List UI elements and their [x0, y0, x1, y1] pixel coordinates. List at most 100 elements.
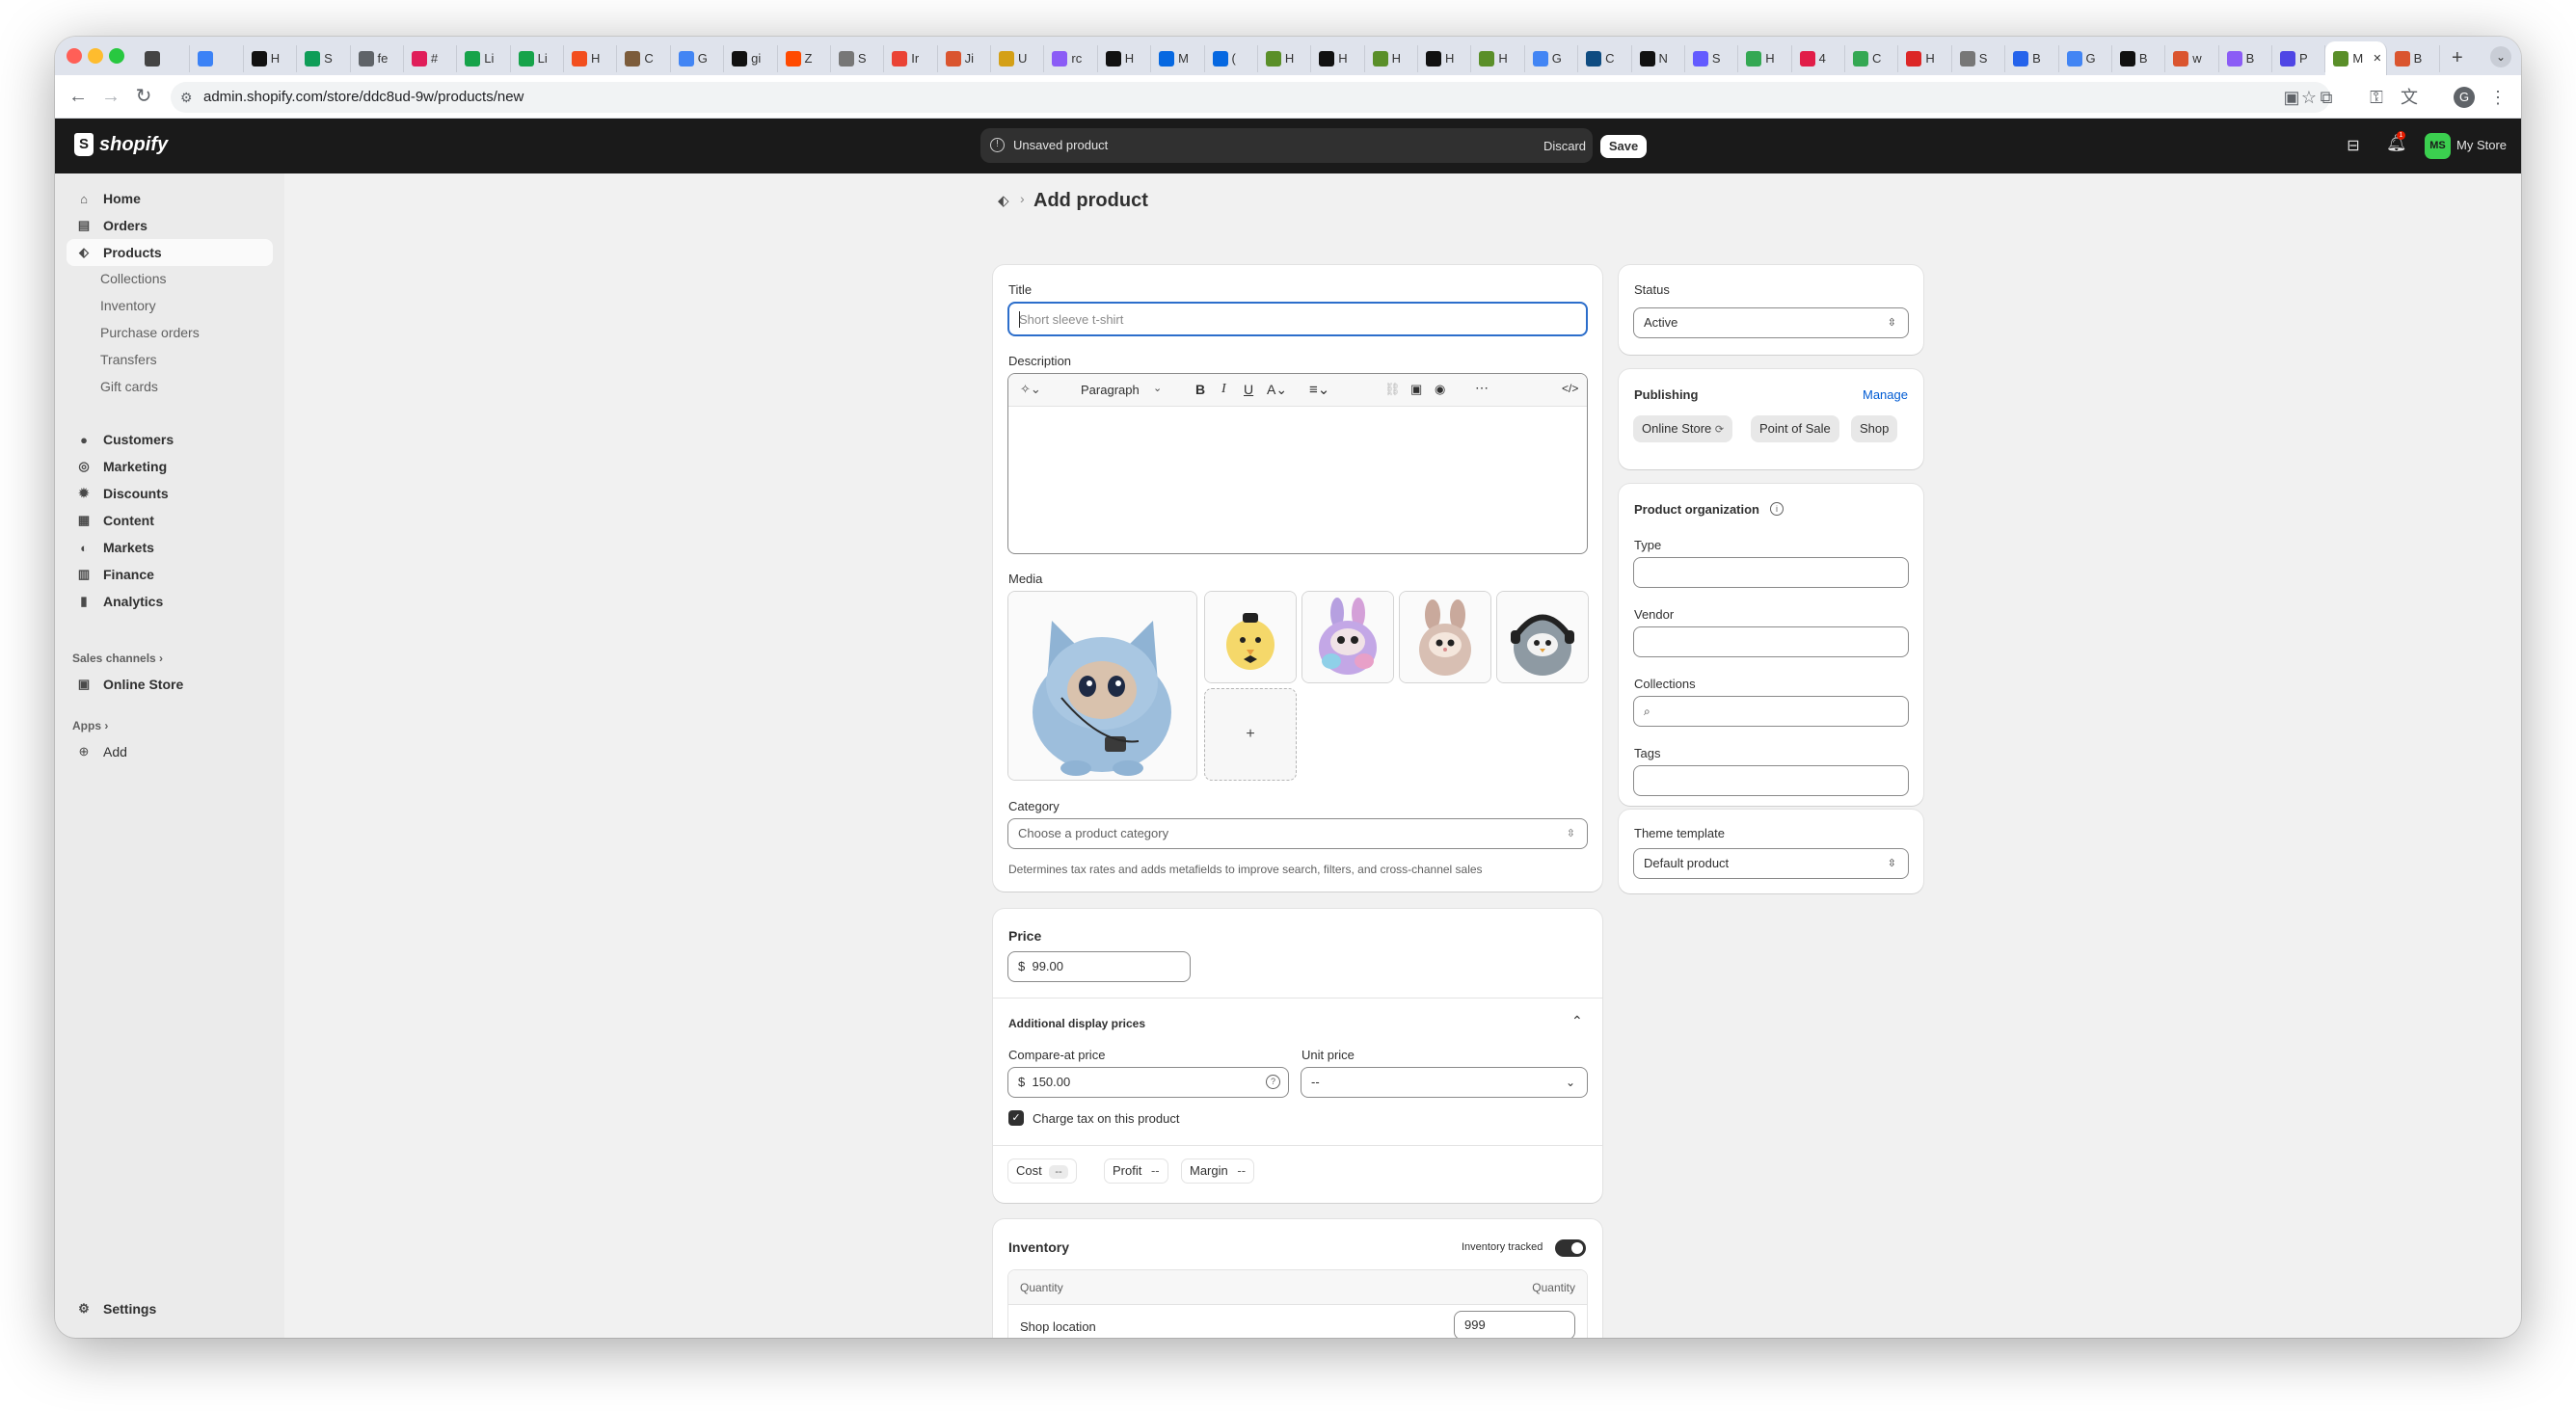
- sidebar-item-online-store[interactable]: ▣ Online Store: [67, 671, 273, 698]
- inventory-tracked-toggle[interactable]: [1555, 1239, 1586, 1257]
- forward-icon[interactable]: →: [99, 86, 122, 107]
- description-editor[interactable]: ✧⌄ Paragraph ⌄ B I U A⌄ ≡⌄ ⛓ ▣ ◉ ⋯ </>: [1007, 373, 1588, 554]
- browser-tab[interactable]: C: [617, 44, 671, 72]
- more-icon[interactable]: ⋯: [1475, 380, 1489, 396]
- tab-search-icon[interactable]: ⌄: [2490, 46, 2511, 67]
- magic-icon[interactable]: ✧⌄: [1020, 382, 1041, 397]
- new-tab-icon[interactable]: +: [2452, 47, 2463, 69]
- sidebar-item-customers[interactable]: ● Customers: [67, 426, 273, 453]
- password-key-icon[interactable]: ⚿: [2365, 86, 2388, 109]
- browser-tab[interactable]: [190, 44, 244, 72]
- browser-tab[interactable]: H: [1098, 44, 1152, 72]
- price-input[interactable]: $ 99.00: [1007, 951, 1191, 982]
- shopify-logo[interactable]: Sshopify: [74, 133, 168, 156]
- sidebar-item-add-app[interactable]: ⊕ Add: [67, 738, 273, 765]
- close-window-button[interactable]: [67, 48, 82, 64]
- italic-icon[interactable]: I: [1221, 382, 1226, 397]
- add-media-button[interactable]: +: [1204, 688, 1297, 781]
- browser-tab[interactable]: H: [1311, 44, 1365, 72]
- media-item-3[interactable]: [1301, 591, 1394, 683]
- profile-avatar[interactable]: G: [2454, 87, 2475, 108]
- channel-point-of-sale[interactable]: Point of Sale: [1751, 415, 1839, 442]
- channel-online-store[interactable]: Online Store ⟳: [1633, 415, 1733, 442]
- reload-icon[interactable]: ↻: [132, 86, 155, 107]
- extension-icon[interactable]: ▣: [2280, 86, 2303, 109]
- sidebar-item-finance[interactable]: ▥ Finance: [67, 561, 273, 588]
- sidebar-item-markets[interactable]: ◐ Markets: [67, 534, 273, 561]
- browser-tab[interactable]: H: [1258, 44, 1312, 72]
- minimize-window-button[interactable]: [88, 48, 103, 64]
- browser-tab[interactable]: 4: [1792, 44, 1845, 72]
- browser-tab[interactable]: Ir: [884, 44, 938, 72]
- sidebar-item-settings[interactable]: ⚙ Settings: [67, 1295, 273, 1322]
- sales-channels-heading[interactable]: Sales channels ›: [72, 652, 163, 665]
- browser-tab[interactable]: S: [1952, 44, 2006, 72]
- sidebar-subitem-transfers[interactable]: Transfers: [100, 349, 157, 370]
- sidebar-item-home[interactable]: ⌂ Home: [67, 185, 273, 212]
- browser-tab[interactable]: rc: [1044, 44, 1098, 72]
- store-avatar[interactable]: MS: [2425, 133, 2451, 159]
- code-icon[interactable]: </>: [1562, 382, 1578, 395]
- browser-tab[interactable]: #: [404, 44, 458, 72]
- browser-tab[interactable]: M ✕: [2325, 41, 2387, 75]
- category-select[interactable]: Choose a product category ⇳: [1007, 818, 1588, 849]
- browser-tab[interactable]: S: [297, 44, 351, 72]
- sidebar-item-content[interactable]: ▦ Content: [67, 507, 273, 534]
- vendor-input[interactable]: [1633, 626, 1909, 657]
- site-info-icon[interactable]: ⚙: [180, 82, 193, 113]
- browser-tab[interactable]: gi: [724, 44, 778, 72]
- browser-tab[interactable]: H: [1418, 44, 1472, 72]
- browser-tab[interactable]: B: [2005, 44, 2059, 72]
- browser-tab[interactable]: w: [2165, 44, 2219, 72]
- browser-tab[interactable]: Ji: [938, 44, 991, 72]
- video-icon[interactable]: ◉: [1435, 382, 1445, 397]
- paragraph-select[interactable]: Paragraph: [1081, 383, 1140, 397]
- info-icon[interactable]: i: [1770, 502, 1784, 516]
- link-icon[interactable]: ⛓: [1384, 382, 1401, 397]
- image-icon[interactable]: ▣: [1410, 382, 1422, 397]
- tag-icon[interactable]: ⬖: [998, 192, 1009, 209]
- media-item-main[interactable]: [1007, 591, 1197, 781]
- browser-tab[interactable]: fe: [351, 44, 404, 72]
- store-name[interactable]: My Store: [2456, 138, 2507, 152]
- address-bar[interactable]: ⚙ admin.shopify.com/store/ddc8ud-9w/prod…: [171, 82, 2330, 113]
- additional-prices-label[interactable]: Additional display prices: [1008, 1017, 1145, 1030]
- unit-price-select[interactable]: -- ⌄: [1301, 1067, 1588, 1098]
- status-select[interactable]: Active ⇳: [1633, 307, 1909, 338]
- media-item-5[interactable]: [1496, 591, 1589, 683]
- bold-icon[interactable]: B: [1195, 382, 1205, 397]
- browser-tab[interactable]: P: [2272, 44, 2326, 72]
- theme-template-select[interactable]: Default product ⇳: [1633, 848, 1909, 879]
- browser-tab[interactable]: M: [1151, 44, 1205, 72]
- sidebar-subitem-purchase-orders[interactable]: Purchase orders: [100, 322, 200, 343]
- charge-tax-checkbox[interactable]: ✓: [1008, 1110, 1024, 1126]
- quantity-input[interactable]: 999: [1454, 1311, 1575, 1338]
- help-icon[interactable]: ?: [1266, 1075, 1280, 1089]
- browser-tab[interactable]: N: [1632, 44, 1685, 72]
- browser-tab[interactable]: (: [1205, 44, 1258, 72]
- sidebar-subitem-collections[interactable]: Collections: [100, 268, 166, 289]
- tags-input[interactable]: [1633, 765, 1909, 796]
- browser-tab[interactable]: S: [1685, 44, 1739, 72]
- browser-tab[interactable]: Z: [778, 44, 831, 72]
- browser-tab[interactable]: Li: [511, 44, 564, 72]
- maximize-window-button[interactable]: [109, 48, 124, 64]
- title-input[interactable]: Short sleeve t-shirt: [1007, 302, 1588, 336]
- browser-tab[interactable]: C: [1845, 44, 1899, 72]
- chevron-up-icon[interactable]: ⌃: [1571, 1013, 1583, 1029]
- sidebar-item-orders[interactable]: ▤ Orders: [67, 212, 273, 239]
- puzzle-icon[interactable]: ⧉: [2315, 86, 2338, 109]
- save-button[interactable]: Save: [1600, 135, 1647, 158]
- collections-input[interactable]: ⌕: [1633, 696, 1909, 727]
- browser-tab[interactable]: B: [2387, 44, 2441, 72]
- browser-menu-icon[interactable]: ⋮: [2486, 86, 2509, 109]
- sidebar-subitem-inventory[interactable]: Inventory: [100, 295, 156, 316]
- browser-tab[interactable]: G: [671, 44, 725, 72]
- browser-tab[interactable]: U: [991, 44, 1045, 72]
- apps-heading[interactable]: Apps ›: [72, 719, 108, 732]
- text-color-icon[interactable]: A⌄: [1267, 382, 1287, 398]
- browser-tab[interactable]: H: [244, 44, 298, 72]
- back-icon[interactable]: ←: [67, 86, 90, 107]
- browser-tab[interactable]: S: [831, 44, 885, 72]
- browser-tab[interactable]: H: [564, 44, 618, 72]
